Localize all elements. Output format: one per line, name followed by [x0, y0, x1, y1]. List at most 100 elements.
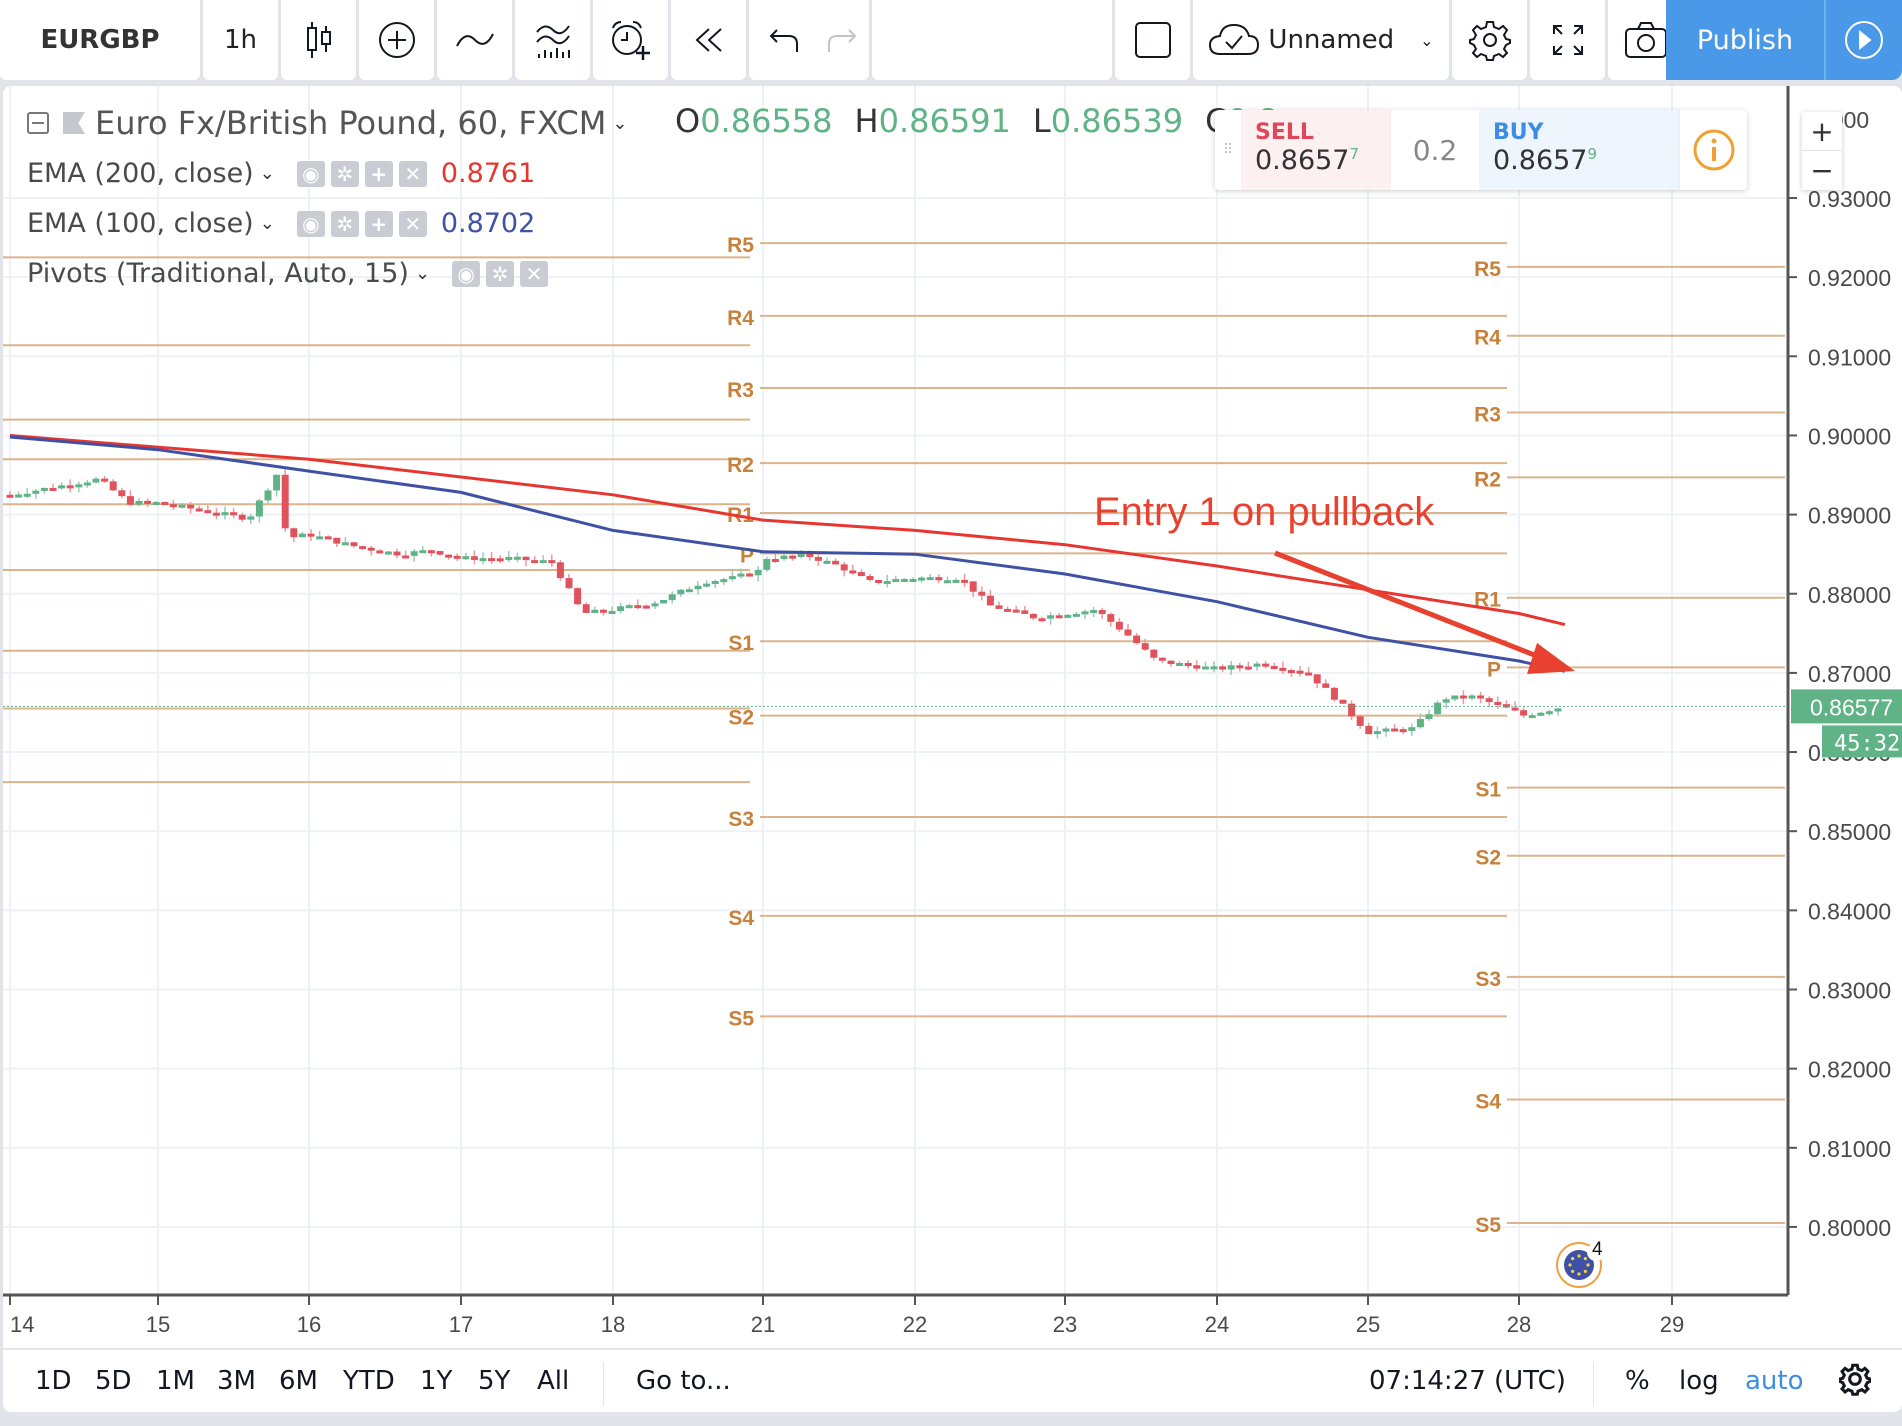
close-icon[interactable]: ✕	[398, 210, 427, 237]
candle-down	[376, 550, 384, 554]
chevron-down-icon[interactable]: ⌄	[612, 113, 627, 134]
pivot-label-s3: S3	[728, 808, 754, 831]
range-5d[interactable]: 5D	[95, 1366, 132, 1396]
candle-up	[1545, 711, 1553, 715]
buy-button[interactable]: BUY 0.86579	[1479, 110, 1679, 190]
candle-up	[419, 550, 427, 554]
main-series-legend[interactable]: Euro Fx/British Pound, 60, FXCM ⌄	[27, 104, 627, 142]
collapse-legend-icon[interactable]	[27, 112, 49, 134]
eu-star	[1568, 1263, 1572, 1267]
compare-add-symbol-button[interactable]	[359, 0, 434, 80]
visibility-icon[interactable]: ◉	[296, 160, 325, 187]
redo-icon[interactable]	[825, 24, 857, 56]
high-label: H	[854, 102, 879, 140]
candle-up	[918, 577, 926, 581]
info-button[interactable]	[1679, 110, 1747, 190]
candle-up	[1468, 695, 1476, 699]
pivots-legend[interactable]: Pivots (Traditional, Auto, 15) ⌄ ◉ ✲ ✕	[27, 258, 549, 289]
plus-icon[interactable]: +	[364, 210, 393, 237]
gear-icon[interactable]: ✲	[330, 210, 359, 237]
candle-up	[797, 553, 805, 557]
range-5y[interactable]: 5Y	[478, 1366, 510, 1396]
chevron-down-icon[interactable]: ⌄	[260, 213, 275, 234]
candle-up	[1451, 695, 1459, 700]
undo-icon[interactable]	[769, 24, 801, 56]
candle-down	[1313, 674, 1321, 684]
settings-button[interactable]	[1452, 0, 1527, 80]
publish-button[interactable]: Publish	[1666, 0, 1824, 80]
pivot-label-s5: S5	[728, 1007, 754, 1030]
layout-save-button[interactable]: Unnamed ⌄	[1193, 0, 1449, 80]
candle-up	[737, 573, 745, 577]
symbol-search-button[interactable]: EURGBP	[0, 0, 200, 80]
chart-style-button[interactable]	[281, 0, 356, 80]
price-tick-label: 0.90000	[1808, 423, 1891, 449]
candle-up	[539, 560, 547, 564]
pivot-label-s2: S2	[728, 707, 754, 730]
candle-down	[935, 577, 943, 581]
chevron-down-icon[interactable]: ⌄	[415, 263, 430, 284]
candle-down	[599, 609, 607, 613]
range-3m[interactable]: 3M	[217, 1366, 256, 1396]
pivot-label-s4: S4	[1475, 1091, 1501, 1114]
drag-handle-icon[interactable]: ⠿	[1215, 110, 1241, 190]
pivot-label-s5: S5	[1475, 1214, 1501, 1237]
percent-toggle[interactable]: %	[1625, 1366, 1650, 1396]
sell-button[interactable]: SELL 0.86577	[1241, 110, 1391, 190]
replay-button[interactable]	[671, 0, 746, 80]
candle-up	[15, 494, 23, 498]
clock-timezone[interactable]: 07:14:27 (UTC)	[1369, 1366, 1566, 1396]
range-ytd[interactable]: YTD	[343, 1366, 395, 1396]
eu-star	[1577, 1254, 1581, 1258]
auto-toggle[interactable]: auto	[1745, 1366, 1804, 1396]
candle-up	[32, 490, 40, 494]
log-toggle[interactable]: log	[1679, 1366, 1719, 1396]
candle-up	[943, 580, 951, 584]
chevron-down-icon[interactable]: ⌄	[260, 163, 275, 184]
goto-button[interactable]: Go to...	[636, 1366, 731, 1396]
range-1y[interactable]: 1Y	[420, 1366, 452, 1396]
zoom-in-button[interactable]: +	[1802, 112, 1842, 151]
range-all[interactable]: All	[537, 1366, 569, 1396]
ema100-legend[interactable]: EMA (100, close) ⌄ ◉ ✲ + ✕ 0.8702	[27, 208, 535, 239]
gear-icon[interactable]: ✲	[330, 160, 359, 187]
candle-up	[668, 594, 676, 601]
candle-down	[1279, 667, 1287, 671]
alert-button[interactable]	[593, 0, 668, 80]
financials-button[interactable]	[515, 0, 590, 80]
scale-settings-button[interactable]	[1838, 1362, 1872, 1403]
zoom-out-button[interactable]: −	[1802, 151, 1842, 190]
candle-down	[436, 551, 444, 555]
candle-down	[238, 514, 246, 520]
candle-down	[290, 528, 298, 538]
ema200-legend[interactable]: EMA (200, close) ⌄ ◉ ✲ + ✕ 0.8761	[27, 158, 535, 189]
visibility-icon[interactable]: ◉	[296, 210, 325, 237]
close-icon[interactable]: ✕	[398, 160, 427, 187]
close-icon[interactable]: ✕	[520, 260, 549, 287]
range-1d[interactable]: 1D	[35, 1366, 72, 1396]
candle-down	[1494, 701, 1502, 705]
candle-down	[161, 502, 169, 506]
candle-down	[1485, 698, 1493, 702]
candle-up	[694, 585, 702, 590]
candle-down	[453, 555, 461, 559]
interval-button[interactable]: 1h	[203, 0, 278, 80]
candle-up	[591, 609, 599, 613]
range-1m[interactable]: 1M	[156, 1366, 195, 1396]
visibility-icon[interactable]: ◉	[452, 260, 481, 287]
chart-panel[interactable]: R5 R4 R3 R2 R1 P S1 S2 S3 S4 S5 R5 R4 R3 R2 R1 P S1 S2 S3 S4…	[3, 86, 1902, 1348]
publish-dropdown-button[interactable]	[1824, 0, 1902, 80]
pivot-label-r2: R2	[727, 454, 754, 477]
candle-down	[169, 504, 177, 508]
indicators-button[interactable]	[437, 0, 512, 80]
price-tick-label: 0.83000	[1808, 978, 1891, 1004]
candle-down	[1236, 665, 1244, 669]
candle-up	[40, 487, 48, 491]
range-6m[interactable]: 6M	[279, 1366, 318, 1396]
plus-icon[interactable]: +	[364, 160, 393, 187]
fullscreen-layout-button[interactable]	[1115, 0, 1190, 80]
gear-icon[interactable]: ✲	[486, 260, 515, 287]
candle-down	[1029, 613, 1037, 619]
candle-down	[1098, 610, 1106, 615]
fullscreen-button[interactable]	[1530, 0, 1605, 80]
